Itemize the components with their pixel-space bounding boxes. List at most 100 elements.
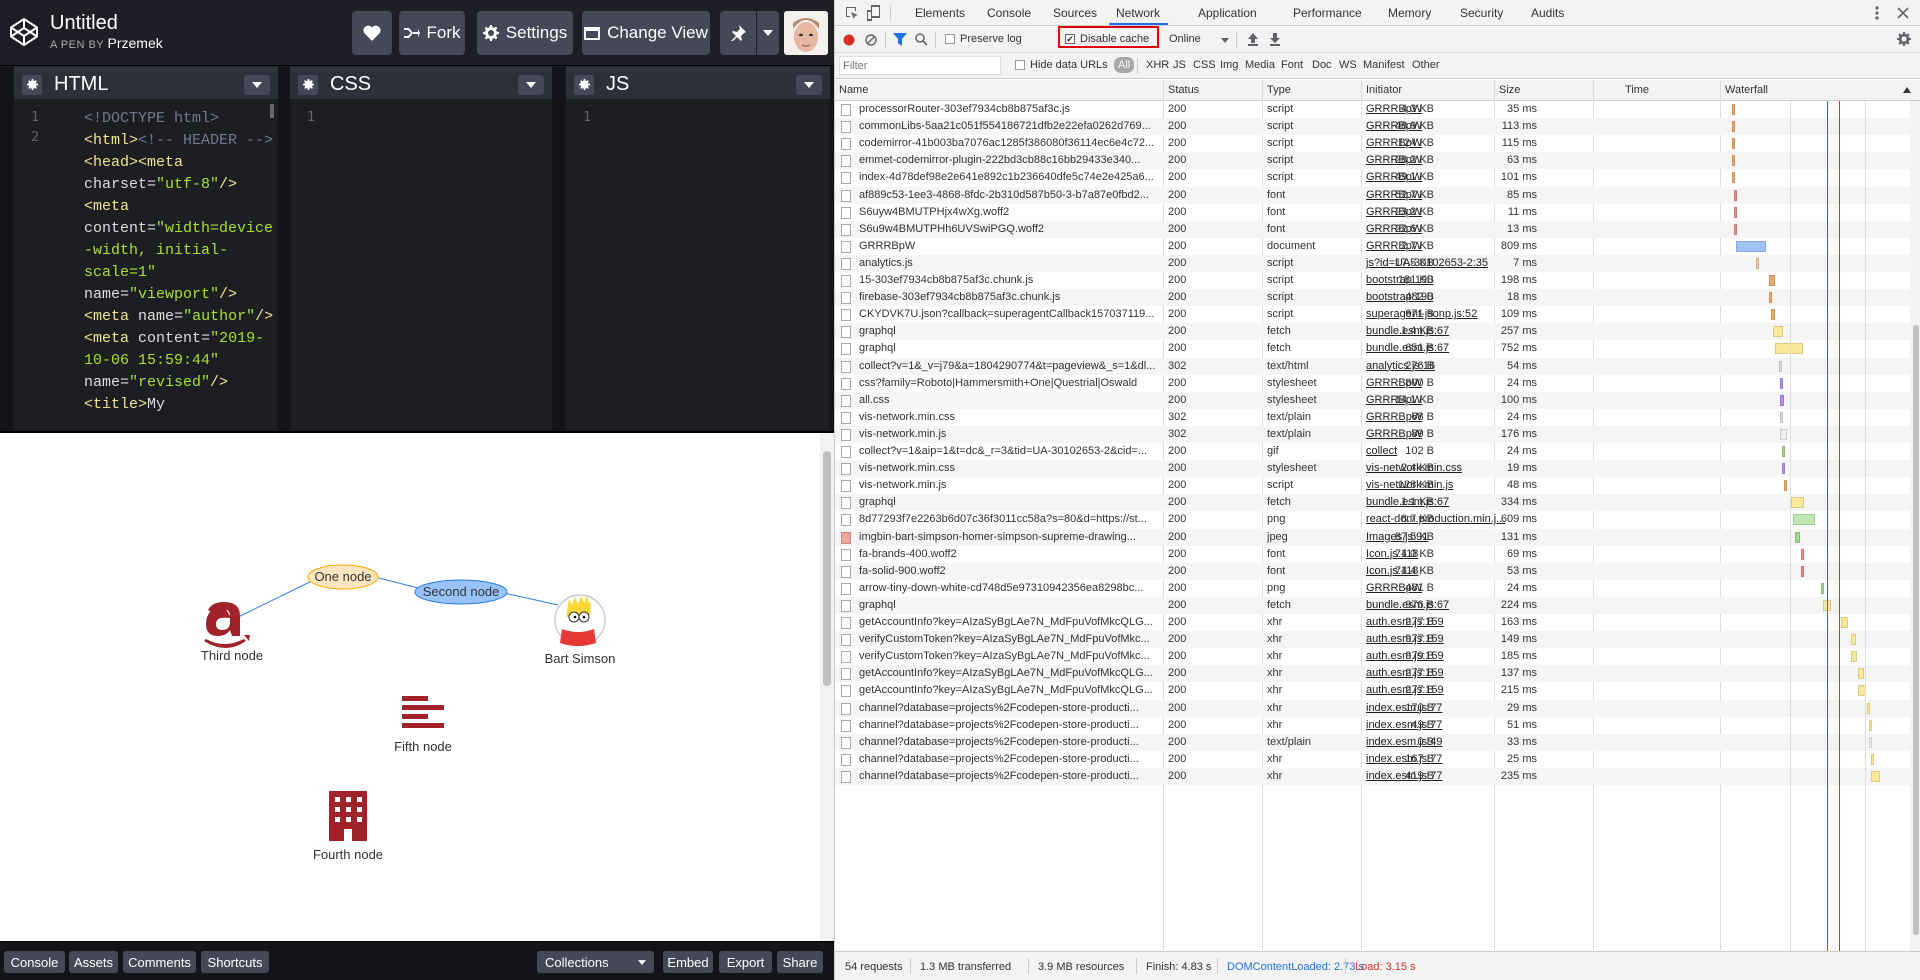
node-fifth[interactable]: Fifth node <box>394 696 452 754</box>
table-row[interactable]: emmet-codemirror-plugin-222bd3cb88c16bb2… <box>835 152 1910 170</box>
request-name[interactable]: analytics.js <box>859 257 1185 269</box>
waterfall-bar[interactable] <box>1780 428 1787 440</box>
request-name[interactable]: vis-network.min.js <box>859 479 1185 491</box>
request-initiator[interactable]: js?id=UA-30102653-2:35 <box>1366 257 1524 269</box>
table-row[interactable]: GRRRBpW 200 document GRRRBpW 2.7 KB 809 ms <box>835 238 1910 255</box>
request-initiator[interactable]: index.esm.js:49 <box>1366 736 1524 748</box>
avatar[interactable] <box>784 11 828 55</box>
request-name[interactable]: CKYDVK7U.json?callback=superagentCallbac… <box>859 308 1185 320</box>
request-name[interactable]: vis-network.min.css <box>859 462 1185 474</box>
table-row[interactable]: imgbin-bart-simpson-homer-simpson-suprem… <box>835 528 1910 546</box>
tab-performance[interactable]: Performance <box>1293 6 1362 20</box>
request-name[interactable]: getAccountInfo?key=AIzaSyBgLAe7N_MdFpuVo… <box>859 616 1185 628</box>
filter-input[interactable] <box>839 56 1001 75</box>
more-vertical-icon[interactable] <box>1875 5 1879 21</box>
request-initiator[interactable]: GRRRBpW <box>1366 120 1524 132</box>
heart-button[interactable] <box>352 11 392 55</box>
waterfall-bar[interactable] <box>1780 377 1784 389</box>
request-name[interactable]: vis-network.min.js <box>859 428 1185 440</box>
table-row[interactable]: graphql 200 fetch bundle.esm.js:67 976 B 224 … <box>835 596 1910 614</box>
html-settings-button[interactable] <box>22 74 42 95</box>
table-row[interactable]: codemirror-41b003ba7076ac1285f386080f361… <box>835 135 1910 152</box>
collections-dropdown[interactable]: Collections <box>537 951 654 973</box>
inspect-element-icon[interactable] <box>845 6 859 20</box>
filter-manifest[interactable]: Manifest <box>1363 59 1405 71</box>
request-initiator[interactable]: index.esm.js:77 <box>1366 702 1524 714</box>
waterfall-bar[interactable] <box>1771 309 1775 321</box>
filter-xhr[interactable]: XHR <box>1146 59 1169 71</box>
request-initiator[interactable]: GRRRBpW <box>1366 377 1524 389</box>
request-name[interactable]: S6uyw4BMUTPHjx4wXg.woff2 <box>859 206 1185 218</box>
request-name[interactable]: verifyCustomToken?key=AIzaSyBgLAe7N_MdFp… <box>859 650 1185 662</box>
requests-table-body[interactable]: processorRouter-303ef7934cb8b875af3c.js 2… <box>835 101 1910 951</box>
change-view-button[interactable]: Change View <box>582 11 710 55</box>
device-toolbar-icon[interactable] <box>867 5 881 21</box>
request-initiator[interactable]: GRRRBpW <box>1366 582 1524 594</box>
html-code-area[interactable]: 12 <!DOCTYPE html> <html><!-- HEADER -->… <box>14 102 278 431</box>
throttling-select[interactable]: Online <box>1169 33 1201 45</box>
request-name[interactable]: css?family=Roboto|Hammersmith+One|Questr… <box>859 377 1185 389</box>
col-type[interactable]: Type <box>1267 84 1291 96</box>
table-row[interactable]: channel?database=projects%2Fcodepen-stor… <box>835 717 1910 734</box>
request-name[interactable]: codemirror-41b003ba7076ac1285f386080f361… <box>859 137 1185 149</box>
table-row[interactable]: getAccountInfo?key=AIzaSyBgLAe7N_MdFpuVo… <box>835 682 1910 699</box>
settings-button[interactable]: Settings <box>477 11 573 55</box>
table-row[interactable]: index-4d78def98e2e641e892c1b236640dfe5c7… <box>835 169 1910 186</box>
result-scroll-thumb[interactable] <box>823 451 831 686</box>
table-row[interactable]: S6uyw4BMUTPHjx4wXg.woff2 200 font GRRRBpW 23… <box>835 204 1910 221</box>
request-name[interactable]: vis-network.min.css <box>859 411 1185 423</box>
table-row[interactable]: CKYDVK7U.json?callback=superagentCallbac… <box>835 306 1910 323</box>
console-button[interactable]: Console <box>4 951 65 973</box>
js-dropdown-button[interactable] <box>796 74 822 95</box>
embed-button[interactable]: Embed <box>663 951 713 973</box>
sort-up-icon[interactable] <box>1903 87 1911 93</box>
request-name[interactable]: collect?v=1&_v=j79&a=1804290774&t=pagevi… <box>859 360 1185 372</box>
tab-network[interactable]: Network <box>1116 6 1160 20</box>
table-row[interactable]: arrow-tiny-down-white-cd748d5e9731094235… <box>835 580 1910 597</box>
table-row[interactable]: graphql 200 fetch bundle.esm.js:67 1.1 KB 334… <box>835 494 1910 512</box>
waterfall-bar[interactable] <box>1869 719 1873 731</box>
request-initiator[interactable]: GRRRBpW <box>1366 103 1524 115</box>
request-name[interactable]: graphql <box>859 599 1185 611</box>
request-initiator[interactable]: analytics.js:16 <box>1366 360 1524 372</box>
request-initiator[interactable]: vis-network.min.js <box>1366 479 1524 491</box>
request-initiator[interactable]: GRRRBpW <box>1366 189 1524 201</box>
table-row[interactable]: processorRouter-303ef7934cb8b875af3c.js 2… <box>835 101 1910 118</box>
tab-application[interactable]: Application <box>1198 6 1257 20</box>
waterfall-bar[interactable] <box>1732 155 1736 167</box>
node-bart[interactable]: Bart Simson <box>545 594 616 666</box>
html-scrollbar[interactable] <box>270 104 274 118</box>
request-name[interactable]: channel?database=projects%2Fcodepen-stor… <box>859 702 1185 714</box>
waterfall-bar[interactable] <box>1871 753 1874 765</box>
request-name[interactable]: collect?v=1&aip=1&t=dc&_r=3&tid=UA-30102… <box>859 445 1185 457</box>
request-initiator[interactable]: bootstrap:190 <box>1366 291 1524 303</box>
request-name[interactable]: commonLibs-5aa21c051f554186721dfb2e22efa… <box>859 120 1185 132</box>
waterfall-bar[interactable] <box>1800 548 1804 560</box>
waterfall-bar[interactable] <box>1791 497 1805 509</box>
table-row[interactable]: channel?database=projects%2Fcodepen-stor… <box>835 699 1910 717</box>
request-initiator[interactable]: GRRRBpW <box>1366 154 1524 166</box>
record-icon[interactable] <box>843 34 855 46</box>
table-scroll-thumb[interactable] <box>1913 325 1919 935</box>
table-row[interactable]: S6u9w4BMUTPHh6UVSwiPGQ.woff2 200 font GRRRB… <box>835 220 1910 238</box>
result-scrollbar[interactable] <box>820 433 834 941</box>
request-initiator[interactable]: GRRRBpW <box>1366 206 1524 218</box>
request-initiator[interactable]: index.esm.js:77 <box>1366 719 1524 731</box>
request-initiator[interactable]: Icon.js:118 <box>1366 548 1524 560</box>
table-row[interactable]: fa-solid-900.woff2 200 font Icon.js:118 74.4… <box>835 562 1910 580</box>
request-name[interactable]: imgbin-bart-simpson-homer-simpson-suprem… <box>859 531 1185 543</box>
node-fourth[interactable]: Fourth node <box>313 791 383 862</box>
tab-elements[interactable]: Elements <box>915 6 965 20</box>
request-name[interactable]: GRRRBpW <box>859 240 1185 252</box>
request-initiator[interactable]: collect <box>1366 445 1524 457</box>
request-initiator[interactable]: GRRRBpW <box>1366 411 1524 423</box>
request-name[interactable]: graphql <box>859 496 1185 508</box>
node-third[interactable]: Third node <box>201 602 263 663</box>
waterfall-bar[interactable] <box>1780 394 1785 406</box>
request-initiator[interactable]: index.esm.js:77 <box>1366 753 1524 765</box>
request-name[interactable]: graphql <box>859 325 1185 337</box>
codepen-logo-icon[interactable] <box>8 16 40 48</box>
request-name[interactable]: firebase-303ef7934cb8b875af3c.chunk.js <box>859 291 1185 303</box>
request-initiator[interactable]: vis-network.min.css <box>1366 462 1524 474</box>
chevron-down-icon[interactable] <box>1221 38 1229 43</box>
